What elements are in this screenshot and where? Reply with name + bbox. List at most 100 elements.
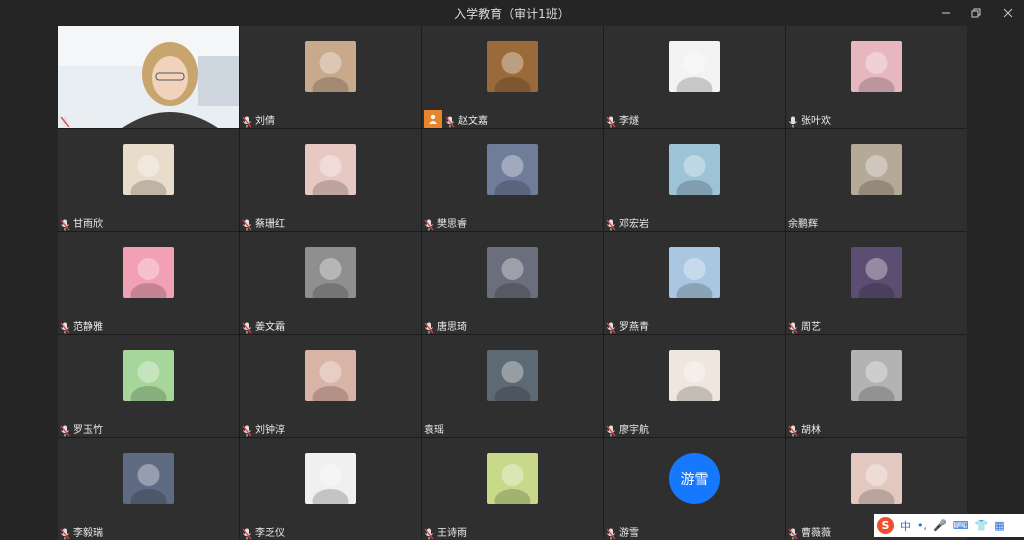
participant-namebar: 胡林 [786,419,821,437]
avatar [305,453,356,504]
participant-tile[interactable]: 王诗雨 [422,438,603,540]
avatar [487,41,538,92]
participant-namebar: 罗燕青 [604,316,649,334]
participant-tile[interactable]: 李燧 [604,26,785,128]
participant-namebar: 袁瑶 [422,419,444,437]
sogou-logo-icon[interactable]: S [877,517,894,534]
participant-name: 曹薇薇 [801,527,831,539]
participant-name: 甘雨欣 [73,218,103,230]
participant-name: 邓宏岩 [619,218,649,230]
participant-name: 樊思睿 [437,218,467,230]
participant-name: 赵文嘉 [458,115,488,127]
participant-tile[interactable]: 刘钟淳 [240,335,421,437]
mic-muted-icon [60,113,70,128]
ime-punct[interactable]: •, [917,519,927,532]
initials-avatar: 游雪 [669,453,720,504]
participant-name: 余鹏辉 [788,218,818,230]
avatar [123,453,174,504]
participant-tile[interactable]: 罗燕青 [604,232,785,334]
avatar [305,247,356,298]
mic-icon[interactable]: 🎤 [933,519,947,532]
participant-name: 刘倩 [255,115,275,127]
participant-tile[interactable]: 邓宏岩 [604,129,785,231]
participant-tile[interactable]: 廖宇航 [604,335,785,437]
shirt-icon[interactable]: 👕 [975,519,989,532]
mic-muted-icon [606,525,616,540]
participant-name: 蔡珊红 [255,218,285,230]
mic-muted-icon [60,525,70,540]
avatar [669,144,720,195]
avatar [305,144,356,195]
participant-name: 唐思琦 [437,321,467,333]
mic-muted-icon [788,422,798,437]
participant-namebar: 李乏仪 [240,522,285,540]
participant-tile[interactable]: 罗玉竹 [58,335,239,437]
participant-name: 范静雅 [73,321,103,333]
participant-name: 袁瑶 [424,424,444,436]
participant-tile[interactable]: 杨琴琴 [58,26,239,128]
mic-muted-icon [606,113,616,128]
minimize-icon[interactable] [937,4,955,22]
avatar [669,350,720,401]
title-bar: 入学教育（审计1班） [0,0,1024,26]
participant-namebar: 樊思睿 [422,213,467,231]
participant-tile[interactable]: 樊思睿 [422,129,603,231]
participant-tile[interactable]: 袁瑶 [422,335,603,437]
participant-namebar: 张叶欢 [786,110,831,128]
participant-name: 罗燕青 [619,321,649,333]
participant-tile[interactable]: 蔡珊红 [240,129,421,231]
participant-namebar: 李毅瑞 [58,522,103,540]
avatar [487,453,538,504]
user-icon [424,110,442,128]
mic-muted-icon [788,319,798,334]
grid-icon[interactable]: ▦ [994,519,1004,532]
mic-muted-icon [242,319,252,334]
ime-toolbar[interactable]: S 中 •, 🎤 ⌨ 👕 ▦ [874,514,1024,537]
participant-name: 游雪 [619,527,639,539]
mic-muted-icon [242,422,252,437]
participant-tile[interactable]: 胡林 [786,335,967,437]
participant-name: 李燧 [619,115,639,127]
participant-name: 罗玉竹 [73,424,103,436]
avatar [851,144,902,195]
participant-name: 姜文霜 [255,321,285,333]
participant-tile[interactable]: 甘雨欣 [58,129,239,231]
avatar [487,350,538,401]
avatar [123,247,174,298]
avatar [851,247,902,298]
participant-tile[interactable]: 刘倩 [240,26,421,128]
participant-name: 王诗雨 [437,527,467,539]
participant-namebar: 邓宏岩 [604,213,649,231]
participant-tile[interactable]: 唐思琦 [422,232,603,334]
mic-muted-icon [445,113,455,128]
participant-namebar: 刘钟淳 [240,419,285,437]
participant-tile[interactable]: 范静雅 [58,232,239,334]
avatar [669,247,720,298]
restore-icon[interactable] [967,4,985,22]
ime-mode[interactable]: 中 [900,518,911,534]
participant-name: 李毅瑞 [73,527,103,539]
participant-namebar: 姜文霜 [240,316,285,334]
avatar [305,41,356,92]
avatar [851,350,902,401]
participant-tile[interactable]: 张叶欢 [786,26,967,128]
participant-tile[interactable]: 周艺 [786,232,967,334]
avatar [851,41,902,92]
mic-muted-icon [788,525,798,540]
keyboard-icon[interactable]: ⌨ [953,519,969,532]
participant-tile[interactable]: 赵文嘉 [422,26,603,128]
mic-muted-icon [242,216,252,231]
mic-muted-icon [606,319,616,334]
avatar [669,41,720,92]
participant-namebar: 周艺 [786,316,821,334]
participant-tile[interactable]: 李乏仪 [240,438,421,540]
participant-namebar: 曹薇薇 [786,522,831,540]
mic-muted-icon [424,319,434,334]
close-icon[interactable] [999,4,1017,22]
participant-tile[interactable]: 李毅瑞 [58,438,239,540]
participant-namebar: 罗玉竹 [58,419,103,437]
participant-namebar: 范静雅 [58,316,103,334]
participant-tile[interactable]: 余鹏辉 [786,129,967,231]
participant-tile[interactable]: 游雪 游雪 [604,438,785,540]
participant-tile[interactable]: 姜文霜 [240,232,421,334]
